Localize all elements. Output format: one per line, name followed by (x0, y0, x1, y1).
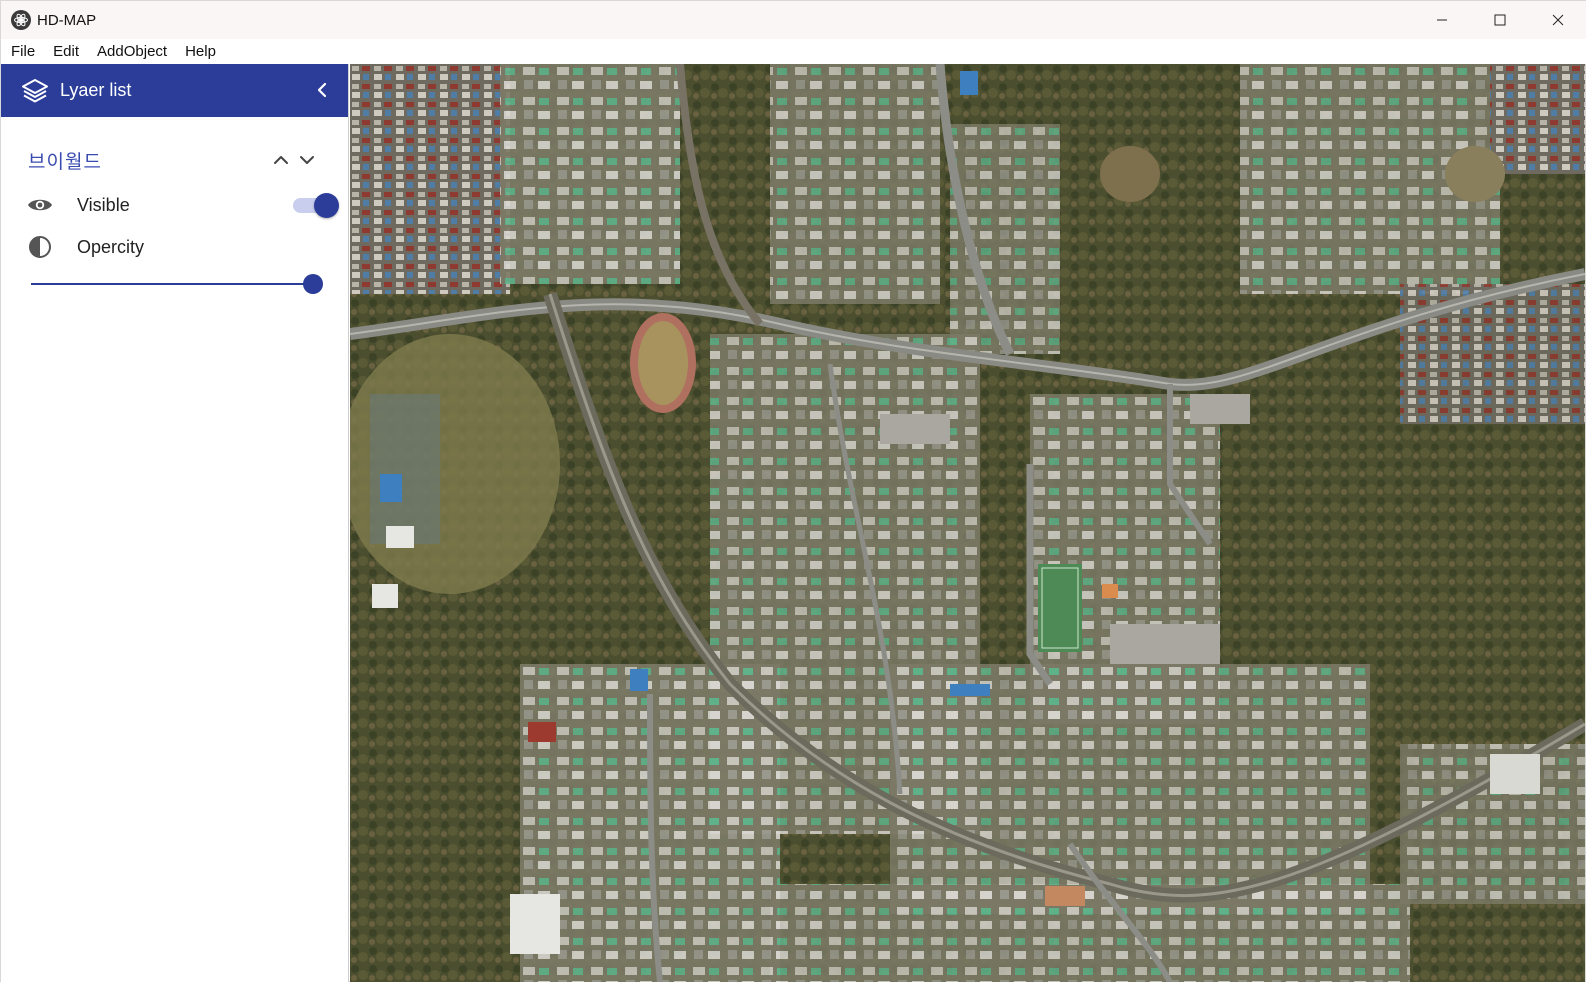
collapse-sidebar-button[interactable] (310, 78, 334, 102)
maximize-icon (1494, 14, 1506, 26)
menu-help[interactable]: Help (176, 39, 225, 64)
slider-rail (31, 283, 313, 285)
menu-edit[interactable]: Edit (44, 39, 88, 64)
menu-addobject[interactable]: AddObject (88, 39, 176, 64)
layer-item: 브이월드 (28, 147, 328, 173)
title-bar[interactable]: HD-MAP (1, 1, 1586, 39)
eye-icon (27, 192, 53, 218)
contrast-icon (27, 234, 53, 260)
layer-sidebar: Lyaer list 브이월드 Visible Opercity (1, 64, 349, 982)
visible-toggle[interactable] (293, 193, 339, 218)
close-icon (1552, 14, 1564, 26)
visible-row: Visible (27, 191, 339, 219)
chevron-left-icon (317, 82, 327, 98)
satellite-map-view[interactable] (350, 64, 1585, 982)
visible-label: Visible (77, 194, 130, 215)
window-title: HD-MAP (37, 11, 97, 29)
layers-icon (21, 77, 49, 105)
layer-name[interactable]: 브이월드 (28, 152, 102, 173)
opacity-row: Opercity (27, 233, 327, 261)
app-logo-icon (11, 10, 31, 30)
menu-bar: File Edit AddObject Help (1, 39, 1586, 64)
maximize-button[interactable] (1471, 1, 1529, 39)
layer-order-controls (272, 147, 316, 173)
sidebar-title: Lyaer list (60, 80, 132, 100)
toggle-thumb (314, 193, 339, 218)
close-button[interactable] (1529, 1, 1586, 39)
slider-thumb[interactable] (303, 274, 323, 294)
chevron-up-icon (274, 156, 288, 164)
opacity-label: Opercity (77, 236, 145, 257)
move-layer-down-button[interactable] (298, 147, 316, 173)
move-layer-up-button[interactable] (272, 147, 290, 173)
window-controls (1413, 1, 1586, 39)
opacity-slider[interactable] (31, 273, 323, 295)
menu-file[interactable]: File (1, 39, 44, 64)
minimize-icon (1437, 19, 1447, 21)
sidebar-header: Lyaer list (1, 64, 348, 117)
minimize-button[interactable] (1413, 1, 1471, 39)
app-window: HD-MAP File Edit AddObject Help Lyaer li… (0, 0, 1586, 982)
satellite-map-image (350, 64, 1585, 982)
chevron-down-icon (300, 156, 314, 164)
